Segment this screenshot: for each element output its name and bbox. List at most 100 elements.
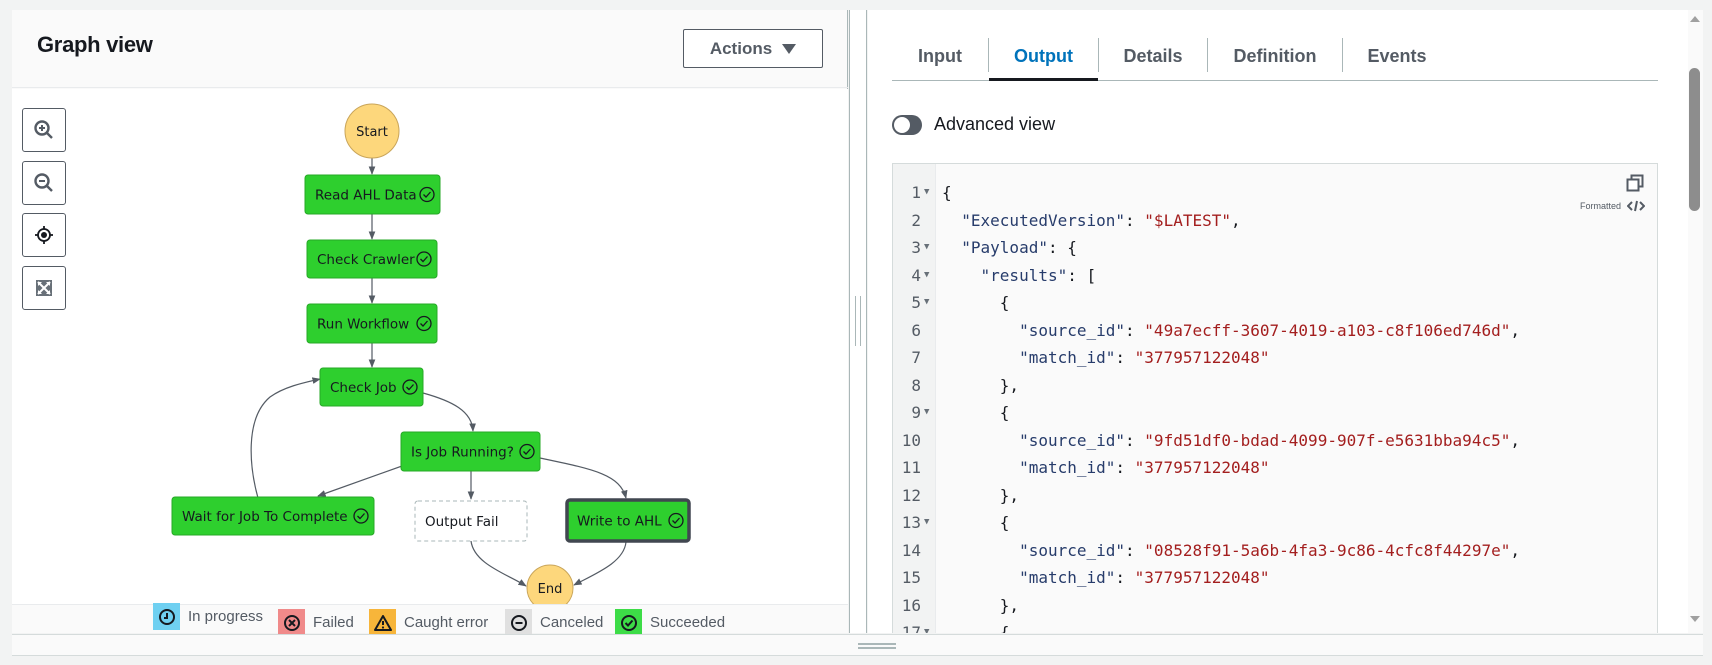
legend-label: Canceled [540,614,604,631]
vertical-scrollbar[interactable] [1688,10,1703,633]
output-json-editor[interactable]: 1 ▼{2 "ExecutedVersion": "$LATEST", 3 ▼ "Pa… [892,163,1658,633]
graph-node-check-job[interactable]: Check Job [319,367,424,407]
graph-node-read-ahl[interactable]: Read AHL Data [304,174,441,215]
line-number: 1 [911,183,921,202]
line-number: 9 [911,403,921,422]
line-number: 13 [901,513,921,532]
legend-label: Succeeded [650,614,726,631]
detail-tabs: Input Output Details Definition Events [892,28,1658,81]
graph-canvas[interactable]: Start Read AHL Data Check Crawler Run Workf… [12,89,848,604]
line-number: 4 [911,265,921,285]
line-number: 15 [901,568,921,587]
line-number: 16 [901,595,921,615]
warning-icon [369,609,396,636]
code-line: 4 ▼ "results": [ [893,262,1657,290]
code-text: }, [942,595,1020,615]
code-line: 12 }, [893,482,1657,510]
graph-node-run-workflow[interactable]: Run Workflow [306,303,438,344]
code-line: 13 ▼ { [893,509,1657,537]
minus-circle-icon [505,609,532,636]
formatted-label: Formatted [1579,201,1621,211]
tab-output[interactable]: Output [989,28,1098,81]
fold-arrow-icon[interactable]: ▼ [924,262,929,290]
graph-node-start[interactable]: Start [344,103,400,159]
fold-arrow-icon[interactable]: ▼ [924,619,929,633]
grip-icon [858,643,896,649]
actions-dropdown-button[interactable]: Actions [683,29,823,68]
fold-arrow-icon[interactable]: ▼ [924,399,929,427]
code-line: 11 "match_id": "377957122048" [893,454,1657,482]
node-label: Wait for Job To Complete [182,509,348,525]
graph-view-panel: Graph view Actions Start Read AHL Data C… [12,10,848,636]
graph-node-check-crawler[interactable]: Check Crawler [306,239,438,279]
node-label: Start [356,125,388,140]
scroll-down-arrow-icon[interactable] [1690,616,1700,622]
node-label: End [538,582,563,597]
tab-details[interactable]: Details [1099,28,1207,81]
scroll-up-arrow-icon[interactable] [1690,16,1700,22]
legend-failed: Failed [278,609,354,636]
edge-wait-checkjob [250,377,321,499]
code-line: 10 "source_id": "9fd51df0-bdad-4099-907f… [893,427,1657,455]
graph-node-wait-job[interactable]: Wait for Job To Complete [171,496,375,536]
code-line: 7 "match_id": "377957122048" [893,344,1657,372]
x-circle-icon [278,609,305,636]
page-title: Graph view [37,32,153,57]
copy-icon[interactable] [1626,174,1644,197]
node-label: Read AHL Data [315,188,417,204]
line-number: 3 [911,238,921,257]
grip-icon [855,296,861,346]
edge-isrunning-write [539,457,628,499]
line-number: 12 [901,485,921,505]
fold-arrow-icon[interactable]: ▼ [924,509,929,537]
code-line: 14 "source_id": "08528f91-5a6b-4fa3-9c86… [893,537,1657,565]
tab-definition[interactable]: Definition [1208,28,1342,81]
code-text: }, [942,375,1020,395]
code-line: 8 }, [893,372,1657,400]
node-label: Run Workflow [317,317,409,333]
line-number: 7 [911,348,921,367]
graph-node-output-fail[interactable]: Output Fail [414,500,528,542]
actions-label: Actions [709,38,773,58]
code-text: "match_id": "377957122048" [1019,348,1270,367]
legend-in-progress: In progress [153,603,263,630]
advanced-view-toggle[interactable]: Advanced view [892,114,1055,135]
graph-view-header: Graph view Actions [12,10,848,88]
code-text: "source_id": "9fd51df0-bdad-4099-907f-e5… [1019,430,1520,450]
code-icon [1627,200,1645,212]
code-text: "source_id": "08528f91-5a6b-4fa3-9c86-4c… [1019,540,1520,560]
code-text: "Payload": { [961,238,1077,257]
tab-input[interactable]: Input [892,28,988,81]
graph-node-write-ahl[interactable]: Write to AHL [565,498,691,543]
line-number: 10 [901,430,921,450]
code-line: 15 "match_id": "377957122048" [893,564,1657,592]
toggle-switch[interactable] [892,114,922,135]
code-text: "match_id": "377957122048" [1019,568,1270,587]
caret-down-icon [782,43,797,54]
fold-arrow-icon[interactable]: ▼ [924,289,929,317]
panel-resize-handle[interactable] [849,10,867,633]
code-line: 3 ▼ "Payload": { [893,234,1657,262]
code-text: "match_id": "377957122048" [1019,458,1270,477]
graph-node-end[interactable]: End [526,564,574,604]
tab-events[interactable]: Events [1343,28,1451,81]
bottom-resize-handle[interactable] [12,634,1703,656]
graph-nodes: Start Read AHL Data Check Crawler Run Workf… [171,103,691,604]
code-text: "results": [ [980,265,1097,285]
code-line: 6 "source_id": "49a7ecff-3607-4019-a103-… [893,317,1657,345]
node-label: Write to AHL [577,514,662,530]
code-line: 5 ▼ { [893,289,1657,317]
code-line: 9 ▼ { [893,399,1657,427]
legend-succeeded: Succeeded [615,609,725,636]
graph-node-is-job-running[interactable]: Is Job Running? [400,431,541,472]
fold-arrow-icon[interactable]: ▼ [924,179,929,207]
code-text: { [942,183,952,202]
clock-icon [153,603,180,630]
scrollbar-thumb[interactable] [1689,68,1700,211]
code-text: { [942,293,1010,312]
code-text: { [942,403,1010,422]
state-machine-graph: Start Read AHL Data Check Crawler Run Workf… [171,103,691,604]
advanced-view-label: Advanced view [934,114,1056,134]
formatted-toggle[interactable]: Formatted [1580,200,1645,212]
fold-arrow-icon[interactable]: ▼ [924,234,929,262]
